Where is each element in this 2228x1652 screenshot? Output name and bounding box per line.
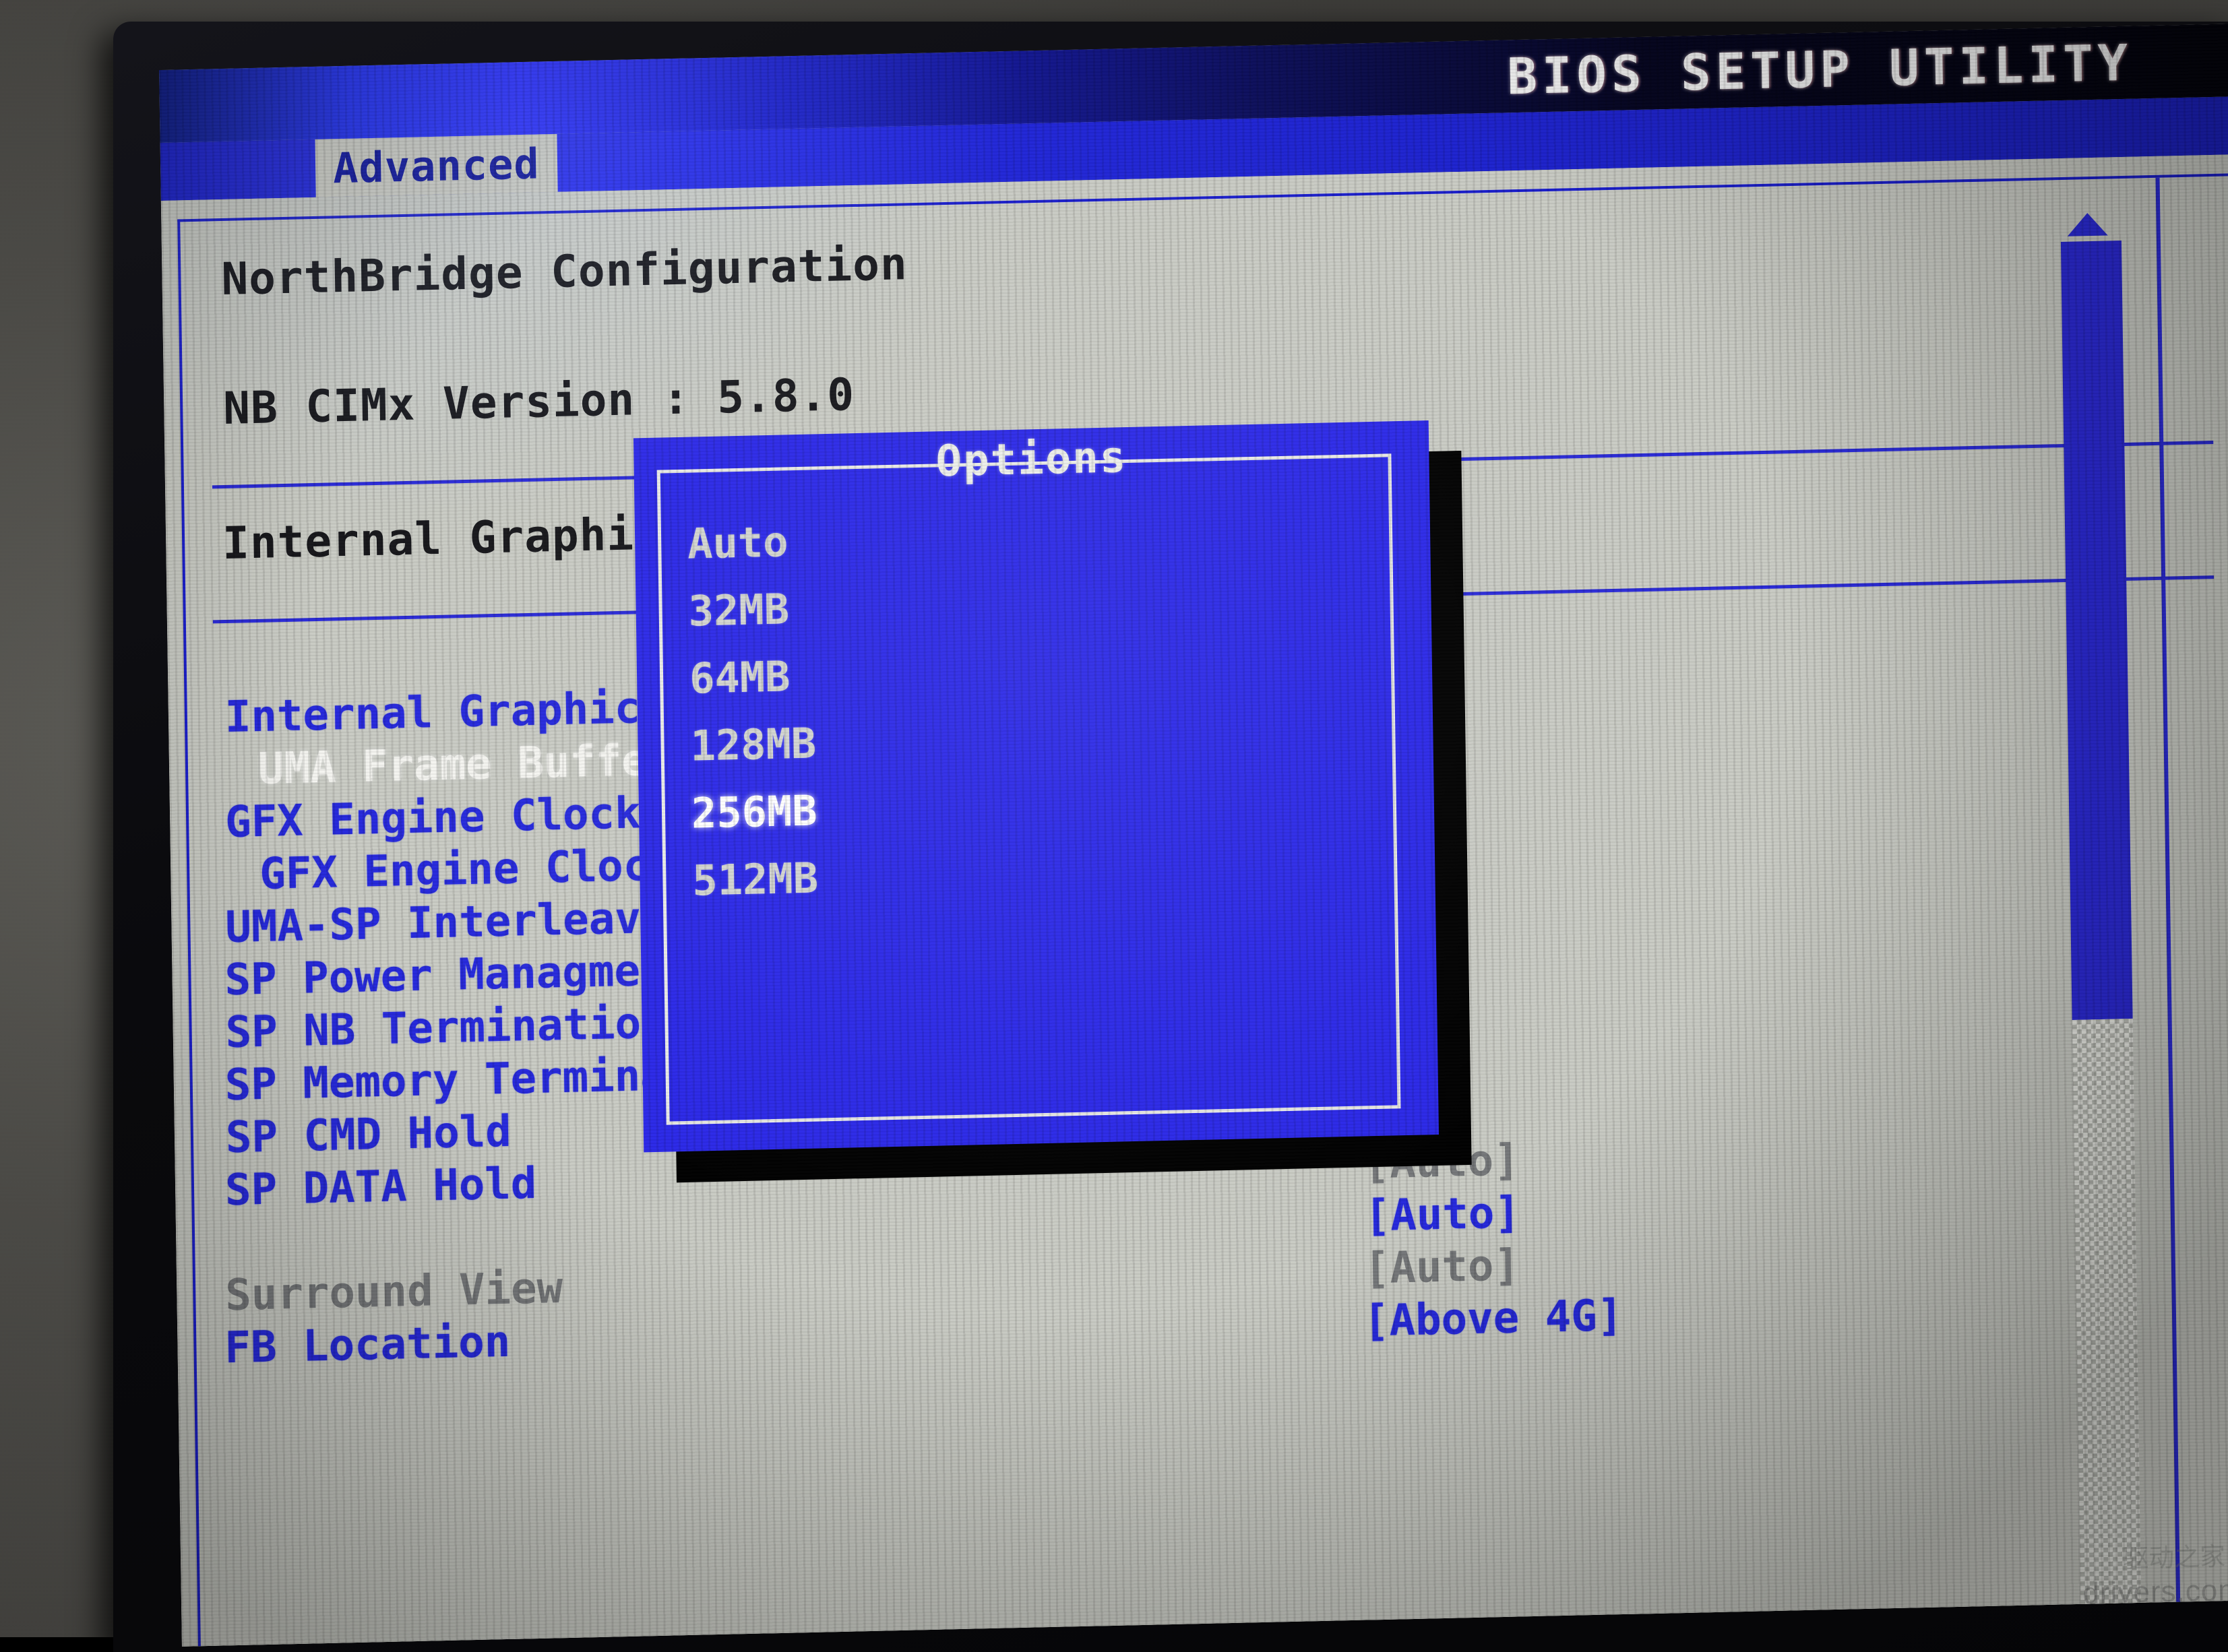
photograph-background: BIOS SETUP UTILITY Advanced NorthBridge … (0, 0, 2228, 1637)
page-title: NorthBridge Configuration (221, 238, 908, 305)
options-dialog: Options Auto 32MB 64MB 128MB 256MB 512MB (633, 420, 1439, 1152)
scrollbar-thumb[interactable] (2061, 241, 2133, 1020)
scrollbar-track[interactable] (2072, 1019, 2142, 1613)
dialog-option-32mb[interactable]: 32MB (688, 584, 789, 635)
dialog-option-auto[interactable]: Auto (687, 517, 788, 568)
setting-label-sp-cmd-hold[interactable]: SP CMD Hold (225, 1107, 512, 1163)
dialog-option-512mb[interactable]: 512MB (692, 853, 819, 905)
setting-value-surround-view: [Auto] (1363, 1240, 1520, 1294)
dialog-option-256mb[interactable]: 256MB (691, 786, 818, 837)
app-title: BIOS SETUP UTILITY (1507, 34, 2133, 106)
setting-label-gfx-engine-clock[interactable]: GFX Engine Clock (259, 840, 675, 899)
setting-label-sp-power-managment[interactable]: SP Power Managment (224, 945, 692, 1005)
setting-label-sp-nb-termination[interactable]: SP NB Termination (225, 998, 667, 1058)
content-panel: NorthBridge Configuration NB CIMx Versio… (177, 173, 2228, 1647)
nb-cimx-version: NB CIMx Version : 5.8.0 (223, 369, 855, 435)
setting-value-fb-location[interactable]: [Above 4G] (1363, 1291, 1623, 1347)
setting-label-fb-location[interactable]: FB Location (224, 1317, 511, 1373)
scroll-up-arrow-icon[interactable] (2067, 212, 2107, 236)
dialog-option-64mb[interactable]: 64MB (689, 652, 791, 703)
panel-divider (2156, 178, 2181, 1613)
tab-advanced[interactable]: Advanced (315, 134, 558, 197)
watermark-cn: 驱动之家 (2123, 1535, 2226, 1575)
dialog-option-128mb[interactable]: 128MB (690, 718, 817, 770)
bios-screen: BIOS SETUP UTILITY Advanced NorthBridge … (159, 23, 2228, 1647)
monitor-screen: BIOS SETUP UTILITY Advanced NorthBridge … (159, 23, 2228, 1647)
setting-value-gfx-engine-clock[interactable]: [Auto] (1364, 1188, 1520, 1241)
setting-label-sp-data-hold[interactable]: SP DATA Hold (225, 1159, 537, 1215)
setting-label-surround-view: Surround View (225, 1263, 563, 1321)
page-body: NorthBridge Configuration NB CIMx Versio… (161, 154, 2228, 1647)
